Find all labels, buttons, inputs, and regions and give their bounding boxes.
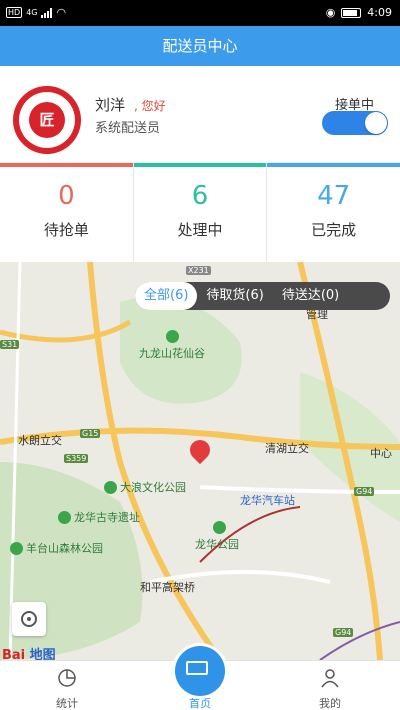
label-heping: 和平高架桥 (140, 581, 195, 594)
clock: 4:09 (367, 6, 392, 19)
stat-value: 6 (191, 181, 209, 211)
logo-brand: 地图 (29, 648, 56, 660)
toggle-knob (365, 112, 387, 134)
pie-chart-icon (58, 669, 76, 687)
user-role: 系统配送员 (95, 121, 161, 136)
poi-longhua-park[interactable] (213, 521, 226, 534)
location-icon: ◉ (325, 6, 336, 19)
poi-longhua-park-label: 龙华公园 (195, 538, 239, 551)
road-s359: S359 (64, 454, 89, 463)
stat-completed[interactable]: 47 已完成 (267, 163, 400, 262)
road-g15: G15 (80, 429, 101, 438)
avatar-char: 匠 (29, 102, 65, 138)
filter-pickup[interactable]: 待取货(6) (197, 282, 272, 310)
road-g94-b: G94 (333, 628, 354, 637)
stat-label: 待抢单 (43, 221, 89, 239)
avatar: 匠 (13, 86, 81, 154)
road-x231: X231 (186, 266, 211, 275)
stat-value: 47 (317, 181, 351, 211)
page-title: 配送员中心 (0, 26, 400, 66)
user-name: 刘洋 (95, 96, 126, 114)
poi-longhua-bus[interactable]: 龙华汽车站 (240, 492, 295, 508)
order-filter: 全部(6) 待取货(6) 待送达(0) (135, 282, 390, 310)
truck-icon (186, 661, 208, 675)
label-zhongxin: 中心 (370, 447, 392, 460)
poi-jiulong[interactable] (166, 330, 179, 343)
filter-all[interactable]: 全部(6) (135, 282, 198, 310)
stat-processing[interactable]: 6 处理中 (133, 163, 268, 262)
stat-bar (0, 163, 133, 167)
wifi-icon: ◠ (56, 6, 67, 19)
map-logo: Bai 地图 (2, 644, 56, 660)
stat-label: 处理中 (177, 221, 223, 239)
park-icon (166, 330, 179, 343)
user-icon (321, 669, 339, 688)
poi-yangtai[interactable]: 羊台山森林公园 (10, 540, 103, 556)
order-stats: 0 待抢单 6 处理中 47 已完成 (0, 162, 400, 262)
road-g94-a: G94 (354, 487, 375, 496)
home-button[interactable] (172, 643, 228, 699)
signal-icon (41, 7, 53, 18)
nav-stats-label: 统计 (56, 697, 78, 710)
nav-stats[interactable]: 统计 (27, 661, 107, 710)
road-s31: S31 (0, 340, 20, 349)
stat-value: 0 (58, 181, 75, 211)
stat-pending-grab[interactable]: 0 待抢单 (0, 163, 134, 262)
nav-me-label: 我的 (319, 697, 341, 710)
label-shuilang: 水朗立交 (18, 434, 62, 447)
stat-bar (267, 163, 400, 167)
greeting: , 您好 (134, 99, 166, 113)
logo-text: Bai (2, 648, 26, 660)
battery-icon (341, 7, 362, 18)
poi-longhuasi[interactable]: 龙华古寺遗址 (58, 509, 140, 525)
profile-card: 匠 刘洋 , 您好 系统配送员 接单中 (0, 66, 400, 162)
park-icon (213, 521, 226, 534)
park-icon (104, 480, 117, 494)
park-icon (58, 510, 71, 524)
status-bar: HD 4G ◠ ◉ 4:09 (0, 0, 400, 26)
accept-orders-toggle[interactable] (322, 111, 388, 135)
poi-dalang[interactable]: 大浪文化公园 (104, 479, 186, 495)
hd-indicator: HD (6, 7, 23, 18)
locate-button[interactable] (12, 602, 46, 636)
stat-label: 已完成 (311, 221, 357, 239)
park-icon (10, 541, 23, 555)
stat-bar (133, 163, 267, 167)
network-type: 4G (26, 8, 38, 17)
poi-jiulong-label: 九龙山花仙谷 (139, 347, 205, 360)
filter-deliver[interactable]: 待送达(0) (273, 282, 348, 310)
nav-me[interactable]: 我的 (290, 661, 370, 710)
label-qinghu: 清湖立交 (265, 442, 309, 455)
delivery-map[interactable]: X231 S31 G15 S359 G94 G94 水朗立交 清湖立交 和平高架… (0, 262, 400, 660)
